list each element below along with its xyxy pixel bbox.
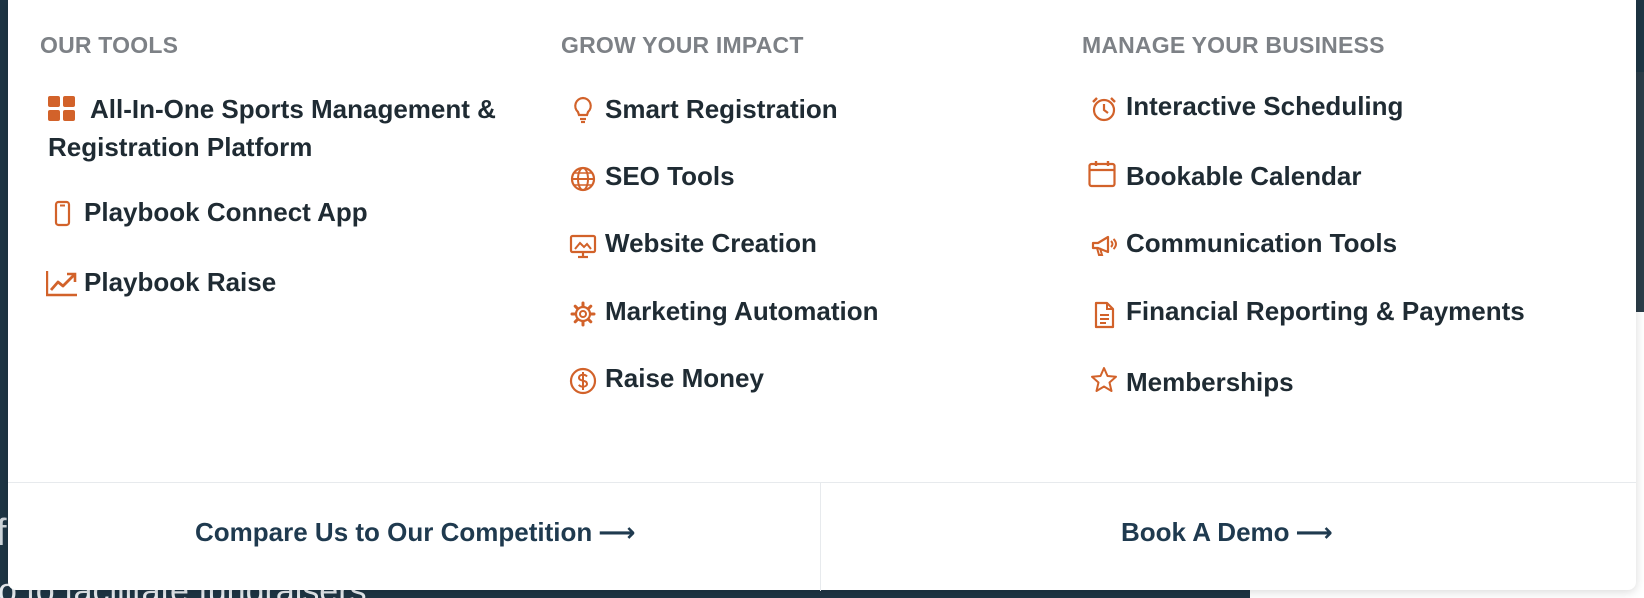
- menu-item-label: All-In-One Sports Management & Registrat…: [48, 94, 496, 162]
- mobile-phone-icon: [48, 199, 76, 227]
- menu-item-label: Marketing Automation: [605, 296, 879, 326]
- grid-icon: [48, 96, 76, 124]
- menu-item-playbook-raise[interactable]: Playbook Raise: [40, 263, 276, 301]
- globe-icon: [569, 165, 597, 193]
- menu-item-playbook-connect-app[interactable]: Playbook Connect App: [40, 193, 368, 231]
- menu-item-label: Smart Registration: [605, 94, 838, 124]
- menu-item-financial-reporting[interactable]: Financial Reporting & Payments: [1082, 292, 1525, 330]
- menu-item-bookable-calendar[interactable]: Bookable Calendar: [1082, 157, 1362, 195]
- menu-item-memberships[interactable]: Memberships: [1082, 363, 1294, 401]
- compare-competition-label: Compare Us to Our Competition: [195, 517, 593, 547]
- lightbulb-icon: [569, 96, 597, 124]
- column-heading: MANAGE YOUR BUSINESS: [1082, 32, 1385, 58]
- menu-item-marketing-automation[interactable]: Marketing Automation: [561, 292, 878, 330]
- calendar-icon: [1088, 160, 1116, 188]
- column-heading: GROW YOUR IMPACT: [561, 32, 804, 58]
- trending-up-chart-icon: [46, 269, 78, 297]
- gear-icon: [569, 300, 597, 328]
- menu-item-communication-tools[interactable]: Communication Tools: [1082, 224, 1397, 262]
- star-icon: [1090, 366, 1118, 394]
- menu-item-website-creation[interactable]: Website Creation: [561, 224, 817, 262]
- book-demo-label: Book A Demo: [1121, 517, 1290, 547]
- dollar-circle-icon: [569, 367, 597, 395]
- menu-item-label: Interactive Scheduling: [1126, 91, 1404, 121]
- document-icon: [1090, 301, 1118, 329]
- arrow-right-icon: ⟶: [598, 517, 636, 547]
- background-text-fragment: f: [0, 512, 7, 554]
- menu-item-label: Communication Tools: [1126, 228, 1398, 258]
- menu-item-interactive-scheduling[interactable]: Interactive Scheduling: [1082, 87, 1403, 125]
- menu-item-smart-registration[interactable]: Smart Registration: [561, 90, 838, 128]
- arrow-right-icon: ⟶: [1295, 517, 1333, 547]
- book-demo-link[interactable]: Book A Demo ⟶: [1121, 517, 1333, 548]
- menu-item-label: Bookable Calendar: [1126, 161, 1362, 191]
- alarm-clock-icon: [1090, 95, 1118, 123]
- tools-dropdown-menu: OUR TOOLS All-In-One Sports Management &…: [8, 0, 1636, 591]
- monitor-image-icon: [569, 232, 597, 260]
- column-heading: OUR TOOLS: [40, 32, 179, 58]
- dropdown-footer: Compare Us to Our Competition ⟶ Book A De…: [8, 482, 1636, 591]
- megaphone-icon: [1090, 232, 1118, 260]
- menu-item-raise-money[interactable]: Raise Money: [561, 359, 764, 397]
- menu-item-seo-tools[interactable]: SEO Tools: [561, 157, 735, 195]
- menu-item-label: Website Creation: [605, 228, 817, 258]
- menu-item-label: Playbook Connect App: [84, 197, 368, 227]
- compare-competition-link[interactable]: Compare Us to Our Competition ⟶: [195, 517, 636, 548]
- footer-divider: [820, 483, 821, 591]
- menu-item-all-in-one-platform[interactable]: All-In-One Sports Management & Registrat…: [40, 90, 520, 166]
- menu-item-label: Financial Reporting & Payments: [1126, 296, 1525, 326]
